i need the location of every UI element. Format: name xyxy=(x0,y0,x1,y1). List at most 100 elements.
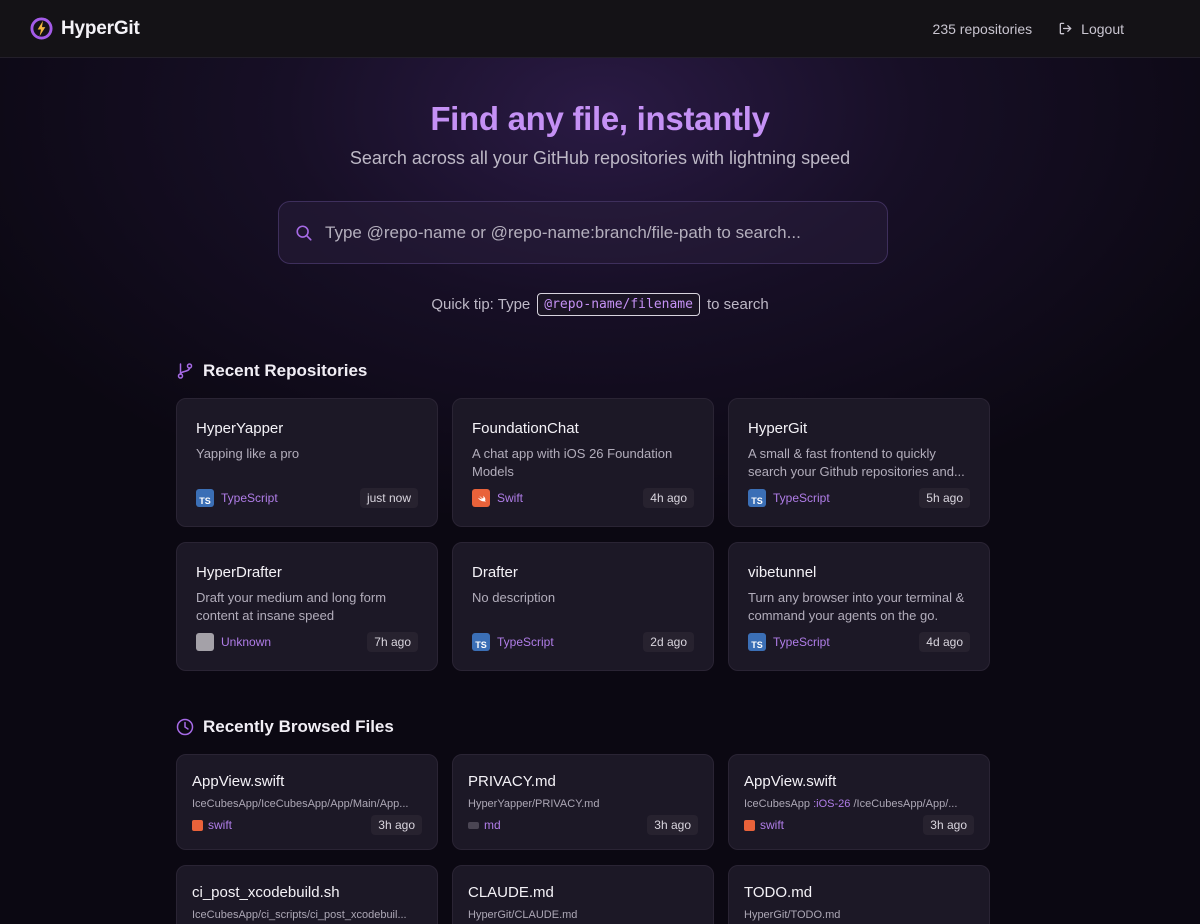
file-type-label: md xyxy=(484,818,501,832)
recent-repositories-heading: Recent Repositories xyxy=(176,361,367,381)
section-title: Recently Browsed Files xyxy=(203,717,394,736)
repository-language: TS TypeScript xyxy=(196,489,278,507)
swift-icon xyxy=(472,489,490,507)
language-label: TypeScript xyxy=(773,635,830,649)
repository-count: 235 repositories xyxy=(932,20,1033,37)
file-name: AppView.swift xyxy=(192,773,285,790)
logout-label: Logout xyxy=(1081,20,1124,37)
file-card[interactable]: CLAUDE.md HyperGit/CLAUDE.md xyxy=(452,865,714,924)
repository-card[interactable]: FoundationChat A chat app with iOS 26 Fo… xyxy=(452,398,714,527)
repository-language: TS TypeScript xyxy=(748,633,830,651)
logout-button[interactable]: Logout xyxy=(1058,21,1124,37)
file-path: IceCubesApp/ci_scripts/ci_post_xcodebuil… xyxy=(192,909,407,921)
language-label: TypeScript xyxy=(221,491,278,505)
unknown-language-icon xyxy=(196,633,214,651)
repository-description: Yapping like a pro xyxy=(196,446,300,461)
repository-grid: HyperYapper Yapping like a pro TS TypeSc… xyxy=(176,398,990,671)
search-icon xyxy=(296,224,312,241)
repository-card[interactable]: HyperGit A small & fast frontend to quic… xyxy=(728,398,990,527)
browsed-time-badge: 3h ago xyxy=(371,815,422,835)
git-branch-icon xyxy=(177,363,193,379)
repository-language: Unknown xyxy=(196,633,271,651)
updated-time-badge: 4d ago xyxy=(919,632,970,652)
file-name: ci_post_xcodebuild.sh xyxy=(192,884,340,901)
swift-icon xyxy=(744,819,755,831)
file-name: CLAUDE.md xyxy=(468,884,554,901)
typescript-icon: TS xyxy=(472,633,490,651)
file-path: HyperGit/CLAUDE.md xyxy=(468,909,578,921)
repository-name: vibetunnel xyxy=(748,564,817,581)
file-path: HyperYapper/PRIVACY.md xyxy=(468,798,600,810)
browsed-time-badge: 3h ago xyxy=(647,815,698,835)
repository-description: A small & fast frontend to quickly searc… xyxy=(748,446,965,479)
language-label: Swift xyxy=(497,491,524,505)
file-path-repo: IceCubesApp xyxy=(744,798,814,810)
repository-description: A chat app with iOS 26 Foundation Models xyxy=(472,446,673,479)
tip-code: @repo-name/filename xyxy=(537,293,700,316)
file-type-label: swift xyxy=(208,818,232,832)
repository-card[interactable]: HyperDrafter Draft your medium and long … xyxy=(176,542,438,671)
repository-language: TS TypeScript xyxy=(748,489,830,507)
tip-prefix: Quick tip: Type xyxy=(431,296,531,313)
file-name: AppView.swift xyxy=(744,773,837,790)
repository-name: FoundationChat xyxy=(472,420,579,437)
updated-time-badge: just now xyxy=(359,488,418,508)
repository-name: HyperYapper xyxy=(196,420,284,437)
typescript-icon: TS xyxy=(748,489,766,507)
typescript-icon: TS xyxy=(196,489,214,507)
language-label: TypeScript xyxy=(497,635,554,649)
repository-card[interactable]: Drafter No description TS TypeScript 2d … xyxy=(452,542,714,671)
file-grid: AppView.swift IceCubesApp/IceCubesApp/Ap… xyxy=(176,754,990,924)
search-input[interactable] xyxy=(325,222,871,243)
top-bar: HyperGit 235 repositories Logout xyxy=(0,0,1200,58)
file-path: IceCubesApp/IceCubesApp/App/Main/App... xyxy=(192,798,409,810)
repository-language: Swift xyxy=(472,489,523,507)
file-card[interactable]: AppView.swift IceCubesApp/IceCubesApp/Ap… xyxy=(176,754,438,850)
lightning-logo-icon xyxy=(30,17,53,40)
brand[interactable]: HyperGit xyxy=(30,17,140,40)
updated-time-badge: 5h ago xyxy=(919,488,970,508)
file-card[interactable]: TODO.md HyperGit/TODO.md xyxy=(728,865,990,924)
clock-icon xyxy=(176,718,194,736)
repository-description: No description xyxy=(472,590,556,605)
language-label: TypeScript xyxy=(773,491,830,505)
markdown-icon xyxy=(468,821,479,829)
typescript-icon: TS xyxy=(748,633,766,651)
logout-icon xyxy=(1059,22,1072,35)
file-type: swift xyxy=(744,818,784,832)
file-card[interactable]: AppView.swift IceCubesApp :iOS-26 /IceCu… xyxy=(728,754,990,850)
file-card[interactable]: ci_post_xcodebuild.sh IceCubesApp/ci_scr… xyxy=(176,865,438,924)
repository-card[interactable]: vibetunnel Turn any browser into your te… xyxy=(728,542,990,671)
file-path: IceCubesApp :iOS-26 /IceCubesApp/App/... xyxy=(744,798,974,810)
file-path-rest: /IceCubesApp/App/... xyxy=(850,798,958,810)
file-path: HyperGit/TODO.md xyxy=(744,909,841,921)
repository-language: TS TypeScript xyxy=(472,633,554,651)
file-card[interactable]: PRIVACY.md HyperYapper/PRIVACY.md md 3h … xyxy=(452,754,714,850)
swift-icon xyxy=(192,819,203,831)
browsed-time-badge: 3h ago xyxy=(923,815,974,835)
quick-tip: Quick tip: Type @repo-name/filename to s… xyxy=(0,293,1200,316)
repository-name: Drafter xyxy=(472,564,518,581)
tip-suffix: to search xyxy=(706,296,769,313)
file-name: PRIVACY.md xyxy=(468,773,556,790)
repository-name: HyperGit xyxy=(748,420,808,437)
hero: Find any file, instantly Search across a… xyxy=(0,100,1200,169)
repository-name: HyperDrafter xyxy=(196,564,282,581)
repository-card[interactable]: HyperYapper Yapping like a pro TS TypeSc… xyxy=(176,398,438,527)
brand-name: HyperGit xyxy=(61,17,140,39)
search-box[interactable] xyxy=(278,201,888,264)
repository-description: Draft your medium and long form content … xyxy=(196,590,387,623)
section-title: Recent Repositories xyxy=(203,361,368,380)
file-type: swift xyxy=(192,818,232,832)
page-title: Find any file, instantly xyxy=(430,100,770,137)
page-subtitle: Search across all your GitHub repositori… xyxy=(349,148,851,168)
updated-time-badge: 4h ago xyxy=(643,488,694,508)
updated-time-badge: 7h ago xyxy=(367,632,418,652)
file-type: md xyxy=(468,818,501,832)
recently-browsed-files-heading: Recently Browsed Files xyxy=(176,717,394,737)
repository-description: Turn any browser into your terminal & co… xyxy=(748,590,965,623)
file-name: TODO.md xyxy=(744,884,813,901)
file-path-branch: :iOS-26 xyxy=(813,798,851,810)
language-label: Unknown xyxy=(221,635,272,649)
updated-time-badge: 2d ago xyxy=(643,632,694,652)
